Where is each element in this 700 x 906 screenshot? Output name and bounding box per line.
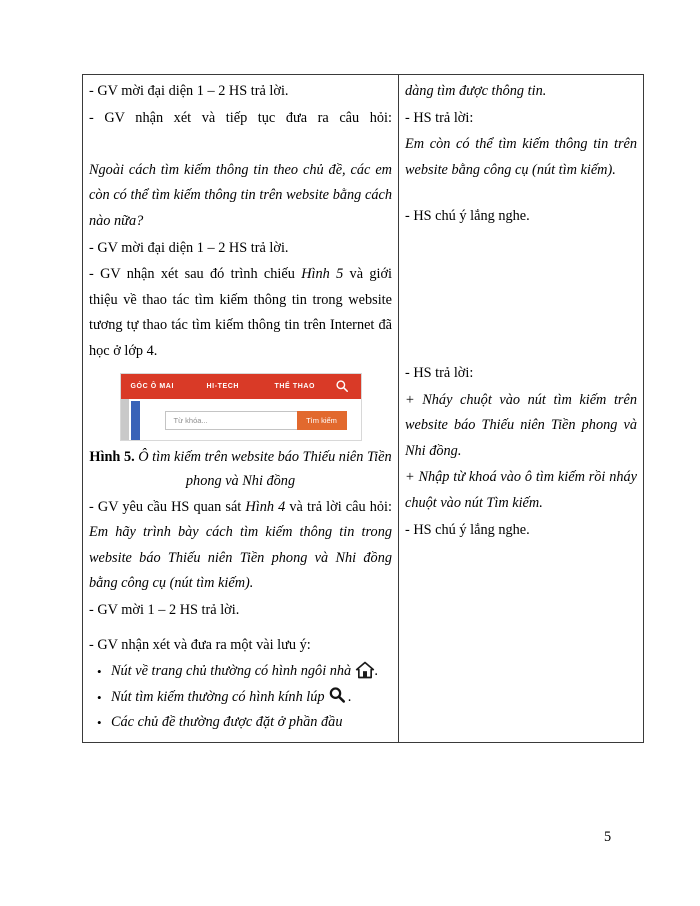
nav-item-hi-tech[interactable]: HI-TECH xyxy=(207,383,240,390)
document-page: - GV mời đại diện 1 – 2 HS trả lời. - GV… xyxy=(0,0,700,906)
figure-caption-label: Hình 5. xyxy=(89,448,135,465)
nav-item-goc-o-mai[interactable]: GÓC Ô MAI xyxy=(131,383,175,390)
search-submit-button[interactable]: Tìm kiếm xyxy=(296,410,347,430)
paragraph-r-answer-label-2: - HS trả lời: xyxy=(405,364,474,381)
website-blue-accent xyxy=(130,400,140,440)
website-search-row: Từ khóa... Tìm kiếm xyxy=(164,410,347,430)
lesson-plan-table: - GV mời đại diện 1 – 2 HS trả lời. - GV… xyxy=(82,74,644,743)
website-body: Từ khóa... Tìm kiếm xyxy=(120,398,361,440)
paragraph-figure-intro: - GV nhận xét sau đó trình chiếu Hình 5 … xyxy=(89,262,392,364)
website-screenshot: GÓC Ô MAI HI-TECH THỂ THAO Từ khóa... Tì… xyxy=(119,372,362,441)
search-submit-label: Tìm kiếm xyxy=(306,415,337,425)
paragraph-question-text: Ngoài cách tìm kiếm thông tin theo chủ đ… xyxy=(89,161,396,229)
observe-question: Em hãy trình bày cách tìm kiếm thông tin… xyxy=(89,524,396,592)
search-input-placeholder: Từ khóa... xyxy=(173,415,208,425)
search-icon[interactable] xyxy=(335,379,349,393)
paragraph-notes-intro: - GV nhận xét và đưa ra một vài lưu ý: xyxy=(89,636,311,653)
search-input[interactable]: Từ khóa... xyxy=(164,410,297,430)
figure-reference-5: Hình 5 xyxy=(301,266,344,283)
website-nav-bar: GÓC Ô MAI HI-TECH THỂ THAO xyxy=(120,373,361,399)
bullet-3-text: Các chủ đề thường được đặt ở phần đầu xyxy=(111,714,343,731)
paragraph-invite-3: - GV mời 1 – 2 HS trả lời. xyxy=(89,601,240,618)
table-row: - GV mời đại diện 1 – 2 HS trả lời. - GV… xyxy=(82,74,644,743)
paragraph-r-answer-2b: + Nhập từ khoá vào ô tìm kiếm rồi nháy c… xyxy=(405,469,641,511)
paragraph-r-answer-1: Em còn có thể tìm kiếm thông tin trên we… xyxy=(405,136,641,178)
list-item-search-button: Nút tìm kiếm thường có hình kính lúp . xyxy=(97,685,392,711)
list-item-topics: Các chủ đề thường được đặt ở phần đầu xyxy=(97,710,392,736)
paragraph-r-answer-label-1: - HS trả lời: xyxy=(405,109,474,126)
paragraph-invite-1: - GV mời đại diện 1 – 2 HS trả lời. xyxy=(89,83,289,99)
bullet-1-text: Nút về trang chủ thường có hình ngôi nhà xyxy=(111,663,355,680)
paragraph-r-continue: dàng tìm được thông tin. xyxy=(405,83,547,99)
website-left-strip xyxy=(120,398,129,440)
figure-caption: Hình 5. Ô tìm kiếm trên website báo Thiế… xyxy=(89,445,392,493)
table-cell-student-activities: dàng tìm được thông tin. - HS trả lời: E… xyxy=(398,74,644,743)
table-cell-teacher-activities: - GV mời đại diện 1 – 2 HS trả lời. - GV… xyxy=(82,74,399,743)
figure-image-wrapper: GÓC Ô MAI HI-TECH THỂ THAO Từ khóa... Tì… xyxy=(89,372,392,441)
paragraph-comment-question: - GV nhận xét và tiếp tục đưa ra câu hỏi… xyxy=(89,109,392,126)
bullet-2-suffix: . xyxy=(348,688,352,705)
observe-part2: và trả lời câu hỏi: xyxy=(285,498,396,515)
list-item-home-button: Nút về trang chủ thường có hình ngôi nhà… xyxy=(97,659,392,685)
notes-bullet-list: Nút về trang chủ thường có hình ngôi nhà… xyxy=(89,659,392,736)
paragraph-invite-2: - GV mời đại diện 1 – 2 HS trả lời. xyxy=(89,239,289,256)
figure-reference-4: Hình 4 xyxy=(245,498,286,515)
figure-caption-text: Ô tìm kiếm trên website báo Thiếu niên T… xyxy=(138,448,392,489)
paragraph-r-listen-2: - HS chú ý lắng nghe. xyxy=(405,521,530,538)
bullet-1-suffix: . xyxy=(374,663,379,680)
home-icon xyxy=(355,660,375,680)
nav-item-the-thao[interactable]: THỂ THAO xyxy=(275,383,316,390)
figure-intro-part1: - GV nhận xét sau đó trình chiếu xyxy=(89,266,302,283)
page-number: 5 xyxy=(604,829,612,845)
search-icon xyxy=(328,686,348,706)
paragraph-r-answer-2a: + Nháy chuột vào nút tìm kiếm trên websi… xyxy=(405,391,641,459)
bullet-2-text: Nút tìm kiếm thường có hình kính lúp xyxy=(111,688,329,705)
observe-part1: - GV yêu cầu HS quan sát xyxy=(89,498,246,515)
paragraph-r-listen-1: - HS chú ý lắng nghe. xyxy=(405,208,530,225)
paragraph-observe-task: - GV yêu cầu HS quan sát Hình 4 và trả l… xyxy=(89,495,392,597)
